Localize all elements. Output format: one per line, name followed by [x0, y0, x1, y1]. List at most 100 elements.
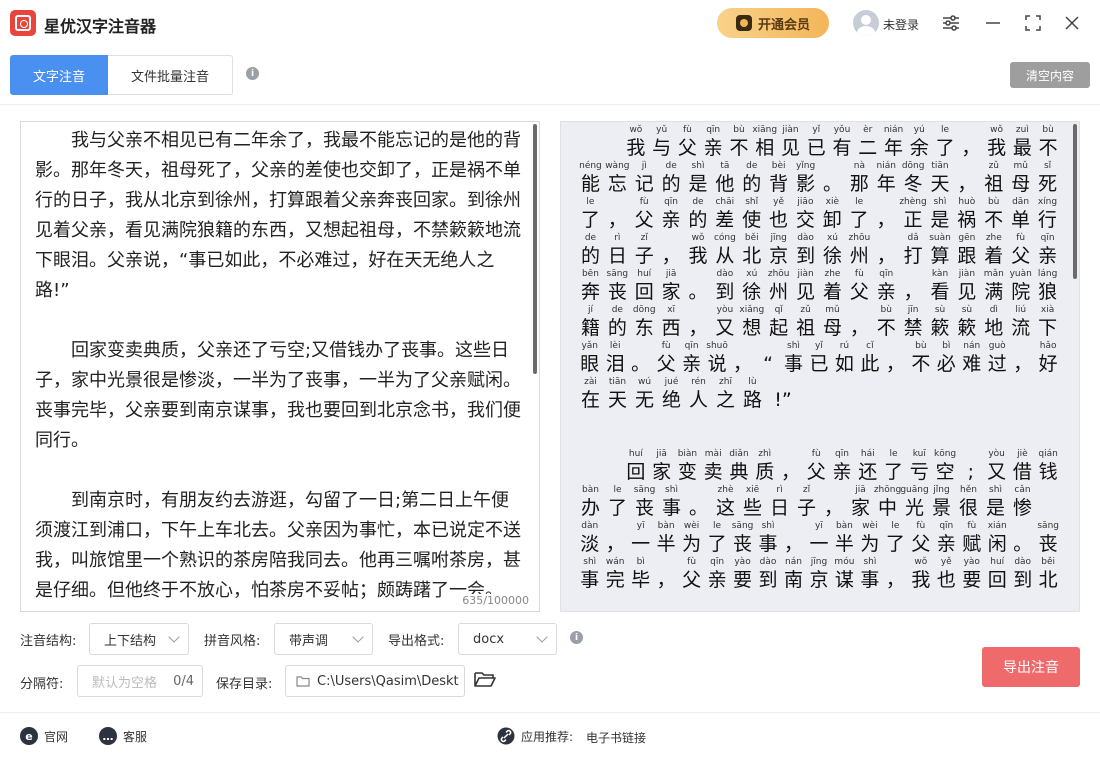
hanzi-char: 从 — [715, 245, 735, 267]
minimize-icon[interactable] — [982, 12, 1004, 34]
pinyin-text: le — [889, 449, 898, 459]
structure-select[interactable]: 上下结构 — [89, 623, 189, 655]
pinyin-char-cell: chāi 差 — [711, 196, 738, 232]
pinyin-char-cell: jīn 禁 — [900, 304, 927, 340]
pinyin-char-cell: bì 必 — [934, 340, 959, 376]
editor-text[interactable]: 我与父亲不相见已有二年余了，我最不能忘记的是他的背影。那年冬天，祖母死了，父亲的… — [35, 126, 525, 611]
hanzi-char: 丧 — [733, 533, 753, 555]
vip-button[interactable]: 开通会员 — [717, 8, 829, 38]
hanzi-char: 到 — [1013, 569, 1033, 591]
pinyin-char-cell: mài 卖 — [700, 448, 726, 484]
pinyin-text: yuàn — [1009, 269, 1032, 279]
header-divider — [0, 104, 1100, 105]
pinyin-char-cell: ， — [846, 304, 873, 340]
pinyin-char-cell: jì 记 — [631, 160, 658, 196]
ebook-link[interactable]: 电子书链接 — [586, 729, 646, 746]
maximize-icon[interactable] — [1022, 12, 1044, 34]
export-annotation-button[interactable]: 导出注音 — [982, 647, 1080, 687]
hanzi-char: 单 — [1011, 209, 1031, 231]
hanzi-char: 簌 — [957, 317, 977, 339]
hanzi-char: 眼 — [580, 353, 600, 375]
pinyin-text: tiān — [931, 161, 949, 171]
hanzi-char: 闲 — [987, 533, 1007, 555]
hanzi-char: 亲 — [707, 569, 727, 591]
pinyin-char-cell: sù 簌 — [927, 304, 954, 340]
save-dir-input[interactable]: C:\Users\Qasim\Deskto — [285, 665, 465, 697]
customer-service-link[interactable]: … 客服 — [99, 727, 147, 745]
hanzi-char: 难 — [962, 353, 982, 375]
pinyin-char-cell: bàn 办 — [577, 484, 604, 520]
hanzi-char: 北 — [742, 245, 762, 267]
avatar[interactable] — [853, 10, 879, 36]
info-icon[interactable]: i — [246, 67, 259, 80]
pinyin-char-cell: huí 回 — [623, 448, 649, 484]
hanzi-char: ， — [783, 533, 803, 555]
pinyin-text: le — [855, 197, 864, 207]
pinyin-char-cell: běi 北 — [738, 232, 765, 268]
pinyin-char-cell: ; — [958, 448, 984, 484]
hanzi-char: ， — [885, 353, 905, 375]
hanzi-char: 变 — [677, 461, 697, 483]
format-info-icon[interactable]: i — [570, 631, 583, 644]
pinyin-text: yào — [734, 557, 751, 567]
pinyin-text: dōng — [632, 305, 656, 315]
pinyin-char-cell: ， — [1010, 340, 1035, 376]
pinyin-text: jiāo — [797, 197, 814, 207]
hanzi-char: 事 — [758, 533, 778, 555]
pinyin-text: dōng — [901, 161, 925, 171]
export-format-select[interactable]: docx — [458, 623, 557, 655]
pinyin-char-cell: tiān 天 — [604, 376, 631, 412]
editor-scrollbar[interactable] — [533, 124, 537, 374]
pinyin-text: zài — [584, 377, 597, 387]
pinyin-char-cell: dào 到 — [755, 556, 780, 592]
pinyin-text: kàn — [931, 269, 949, 279]
pinyin-text: bù — [1042, 125, 1054, 135]
pinyin-char-cell: zhōu 州 — [765, 268, 792, 304]
pinyin-char-cell: jiàn 见 — [953, 268, 980, 304]
hanzi-char: 祸 — [957, 209, 977, 231]
text-input-area[interactable]: 我与父亲不相见已有二年余了，我最不能忘记的是他的背影。那年冬天，祖母死了，父亲的… — [20, 121, 540, 612]
pinyin-text: wǒ — [629, 125, 643, 135]
hanzi-char: ， — [957, 173, 977, 195]
title-bar: 星优汉字注音器 开通会员 未登录 — [0, 0, 1100, 46]
close-icon[interactable] — [1061, 12, 1083, 34]
pinyin-text: de — [584, 233, 597, 243]
official-site-link[interactable]: e 官网 — [20, 727, 68, 745]
pinyin-text: bēn — [581, 269, 599, 279]
login-status[interactable]: 未登录 — [883, 16, 919, 33]
pinyin-text: qīn — [939, 521, 954, 531]
hanzi-char: 毕 — [631, 569, 651, 591]
hanzi-char: 路 — [742, 389, 762, 411]
app-logo-icon — [10, 10, 36, 36]
pinyin-text: zǐ — [640, 233, 648, 243]
hanzi-char: 母 — [822, 317, 842, 339]
editor-paragraph: 我与父亲不相见已有二年余了，我最不能忘记的是他的背影。那年冬天，祖母死了，父亲的… — [35, 130, 521, 301]
hanzi-char: 正 — [903, 209, 923, 231]
preview-scrollbar[interactable] — [1073, 124, 1077, 279]
pinyin-style-select[interactable]: 带声调 — [274, 623, 373, 655]
pinyin-text: biàn — [677, 449, 698, 459]
pinyin-char-cell: mǎn 满 — [980, 268, 1007, 304]
pinyin-text: xú — [746, 269, 758, 279]
pinyin-text: hǎo — [1039, 341, 1057, 351]
pinyin-text: sù — [961, 305, 973, 315]
browse-folder-icon[interactable] — [474, 670, 498, 690]
hanzi-char: 的 — [688, 209, 708, 231]
pinyin-char-cell: shì 是 — [927, 196, 954, 232]
hanzi-char: 不 — [984, 209, 1004, 231]
pinyin-char-cell: dào 到 — [711, 268, 738, 304]
hanzi-char: ; — [967, 461, 975, 483]
pinyin-text: guò — [988, 341, 1006, 351]
pinyin-char-cell: huí 回 — [631, 268, 658, 304]
pinyin-char-cell: qīn 亲 — [829, 448, 855, 484]
tab-batch-file-annotation[interactable]: 文件批量注音 — [108, 55, 233, 95]
preview-line: huí 回 jiā 家 biàn 变 mài 卖 diǎn 典 zhì 质， fù 父 qīn 亲 hái 还 le… — [577, 448, 1061, 484]
separator-input[interactable]: 默认为空格 0/4 — [77, 665, 203, 697]
pinyin-char-cell: sǐ 死 — [1034, 160, 1061, 196]
pinyin-text: jiā — [665, 269, 677, 279]
hanzi-char: 籍 — [580, 317, 600, 339]
settings-sliders-icon[interactable] — [940, 12, 962, 34]
pinyin-char-cell: de 的 — [658, 160, 685, 196]
clear-content-button[interactable]: 清空内容 — [1010, 62, 1090, 88]
tab-text-annotation[interactable]: 文字注音 — [10, 55, 108, 95]
